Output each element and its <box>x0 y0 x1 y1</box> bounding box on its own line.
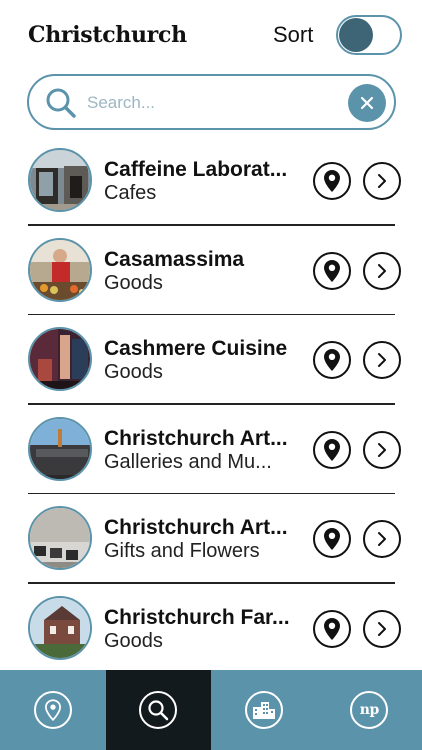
chevron-right-icon <box>378 442 386 457</box>
open-detail-button[interactable] <box>363 609 401 648</box>
search-bar[interactable]: Search... <box>27 74 396 130</box>
search-input[interactable]: Search... <box>87 93 155 113</box>
listing-photo-gifts <box>28 506 92 570</box>
listing-name: Christchurch Art... <box>104 426 288 450</box>
listing-list: Caffeine Laborat... Cafes Casamassima Go… <box>0 136 422 673</box>
map-pin-button[interactable] <box>313 430 351 469</box>
buildings-icon <box>244 691 283 729</box>
sort-toggle-knob[interactable] <box>339 18 373 52</box>
listing-name: Christchurch Far... <box>104 605 290 629</box>
open-detail-button[interactable] <box>363 341 401 379</box>
tab-np[interactable]: np <box>317 670 422 750</box>
np-logo-icon: np <box>350 691 389 729</box>
listing-category: Gifts and Flowers <box>104 540 260 562</box>
np-logo-text: np <box>359 702 379 718</box>
map-pin-icon <box>324 349 340 371</box>
listing-name: Caffeine Laborat... <box>104 158 288 181</box>
map-pin-button[interactable] <box>313 520 351 558</box>
map-pin-button[interactable] <box>313 341 351 379</box>
list-item[interactable]: Christchurch Far... Goods <box>0 584 422 674</box>
listing-category: Galleries and Mu... <box>104 450 272 473</box>
search-icon <box>139 691 178 729</box>
map-pin-button[interactable] <box>313 162 351 200</box>
listing-name: Casamassima <box>104 247 245 271</box>
bottom-tab-bar: np <box>0 670 422 750</box>
map-pin-icon <box>324 438 340 461</box>
listing-category: Cafes <box>104 182 157 204</box>
listing-photo-cafe <box>28 148 92 212</box>
map-pin-icon <box>324 528 340 550</box>
listing-category: Goods <box>104 629 163 652</box>
header: Christchurch Sort <box>0 0 422 72</box>
search-icon <box>46 88 76 118</box>
open-detail-button[interactable] <box>363 430 401 469</box>
open-detail-button[interactable] <box>363 162 401 200</box>
tab-map[interactable] <box>0 670 106 750</box>
listing-photo-restaurant <box>28 327 92 391</box>
listing-category: Goods <box>104 271 163 294</box>
listing-photo-gallery <box>28 416 92 481</box>
listing-photo-goods <box>28 237 92 302</box>
chevron-right-icon <box>378 532 386 546</box>
tab-buildings[interactable] <box>211 670 317 750</box>
sort-label: Sort <box>273 22 314 47</box>
listing-name: Cashmere Cuisine <box>104 337 288 360</box>
list-item[interactable]: Christchurch Art... Galleries and Mu... <box>0 405 422 494</box>
listing-photo-farm <box>28 595 92 660</box>
list-item[interactable]: Cashmere Cuisine Goods <box>0 315 422 405</box>
list-item[interactable]: Casamassima Goods <box>0 226 422 315</box>
chevron-right-icon <box>378 263 386 278</box>
list-item[interactable]: Christchurch Art... Gifts and Flowers <box>0 494 422 584</box>
listing-category: Goods <box>104 361 163 383</box>
chevron-right-icon <box>378 353 386 367</box>
map-pin-button[interactable] <box>313 251 351 290</box>
clear-search-button[interactable] <box>348 84 386 122</box>
map-pin-icon <box>324 170 340 192</box>
listing-name: Christchurch Art... <box>104 516 288 539</box>
close-icon <box>360 96 374 110</box>
sort-toggle[interactable] <box>336 15 402 55</box>
list-item[interactable]: Caffeine Laborat... Cafes <box>0 136 422 226</box>
map-pin-icon <box>324 617 340 640</box>
map-pin-icon <box>33 691 72 729</box>
map-pin-button[interactable] <box>313 609 351 648</box>
chevron-right-icon <box>378 174 386 188</box>
page-title: Christchurch <box>28 22 187 48</box>
chevron-right-icon <box>378 621 386 636</box>
map-pin-icon <box>324 259 340 282</box>
open-detail-button[interactable] <box>363 520 401 558</box>
tab-search[interactable] <box>105 670 211 750</box>
open-detail-button[interactable] <box>363 251 401 290</box>
